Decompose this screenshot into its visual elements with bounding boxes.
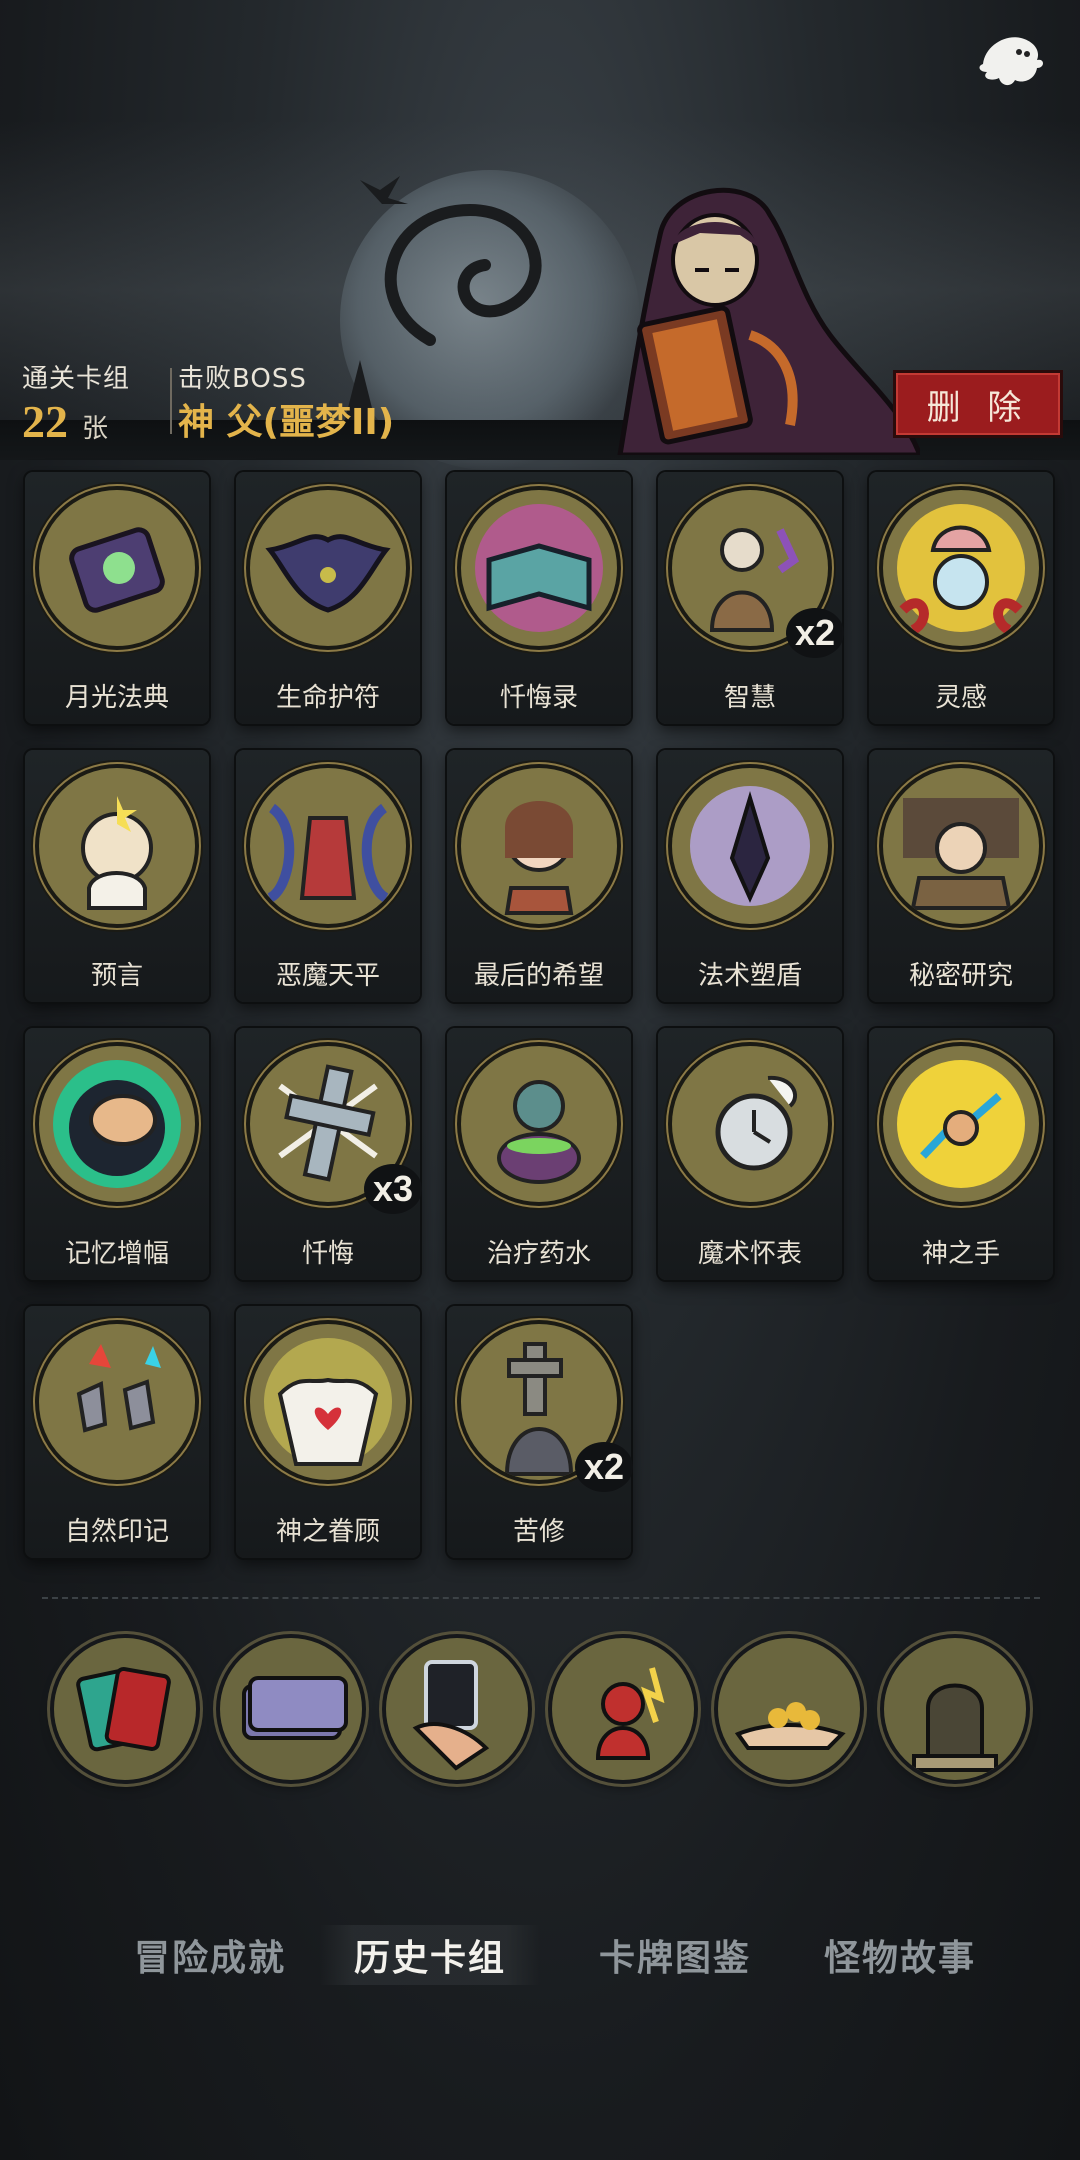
boss-name: 神 父(噩梦II) — [178, 402, 395, 443]
card-name: 神之眷顾 — [275, 1517, 380, 1547]
card-name: 秘密研究 — [908, 961, 1013, 991]
cleared-deck-count: 22 张 — [22, 395, 108, 448]
deck-card[interactable]: 魔术怀表 — [658, 1028, 842, 1280]
hooded-hero-illustration — [600, 175, 924, 458]
moonlight-codex-icon — [39, 490, 195, 646]
card-name: 神之手 — [921, 1239, 1000, 1269]
card-deck-icon[interactable] — [54, 1638, 196, 1780]
card-name: 忏悔录 — [499, 683, 578, 713]
card-name: 记忆增幅 — [64, 1239, 169, 1269]
element-stones-icon — [39, 1324, 195, 1480]
girl-icon — [461, 768, 617, 924]
gargoyle-icon[interactable] — [884, 1638, 1026, 1780]
brain-glow-icon — [39, 1046, 195, 1202]
card-name: 月光法典 — [64, 683, 169, 713]
deck-card[interactable]: 生命护符 — [236, 472, 420, 724]
deck-count-unit: 张 — [82, 414, 109, 444]
deck-card[interactable]: x2 苦修 — [447, 1306, 633, 1558]
card-count-badge: x2 — [786, 608, 844, 658]
deck-card[interactable]: 神之手 — [869, 1028, 1053, 1280]
card-name: 自然印记 — [64, 1517, 169, 1547]
tab-achievements[interactable]: 冒险成就 — [100, 1925, 320, 1985]
confession-book-icon — [461, 490, 617, 646]
deck-count-number: 22 — [22, 396, 68, 447]
lightning-hand-icon — [883, 1046, 1039, 1202]
brain-skull-icon — [883, 490, 1039, 646]
bat-amulet-icon — [250, 490, 406, 646]
delete-button[interactable]: 删 除 — [893, 370, 1063, 438]
card-name: 忏悔 — [301, 1239, 354, 1269]
section-divider — [42, 1597, 1040, 1599]
ghost-back-icon[interactable] — [975, 28, 1045, 90]
card-name: 智慧 — [723, 683, 776, 713]
deck-card[interactable]: 法术塑盾 — [658, 750, 842, 1002]
card-stack-icon[interactable] — [220, 1638, 362, 1780]
deck-card[interactable]: 灵感 — [869, 472, 1053, 724]
spell-shield-icon — [672, 768, 828, 924]
card-name: 法术塑盾 — [697, 961, 802, 991]
card-name: 苦修 — [512, 1517, 565, 1547]
deck-card[interactable]: 最后的希望 — [447, 750, 631, 1002]
demon-scale-icon — [250, 768, 406, 924]
header-divider — [170, 368, 172, 434]
deck-card[interactable]: 秘密研究 — [869, 750, 1053, 1002]
tab-history-decks[interactable]: 历史卡组 — [320, 1925, 540, 1985]
card-count-badge: x3 — [364, 1164, 422, 1214]
card-name: 生命护符 — [275, 683, 380, 713]
card-count-badge: x2 — [575, 1442, 633, 1492]
hand-cards-icon[interactable] — [386, 1638, 528, 1780]
card-name: 灵感 — [934, 683, 987, 713]
pocket-watch-icon — [672, 1046, 828, 1202]
deck-card[interactable]: 治疗药水 — [447, 1028, 631, 1280]
card-name: 最后的希望 — [473, 961, 604, 991]
deck-card[interactable]: 忏悔录 — [447, 472, 631, 724]
boss-label: 击败BOSS — [178, 364, 307, 394]
deck-card[interactable]: 恶魔天平 — [236, 750, 420, 1002]
deck-card[interactable]: 记忆增幅 — [25, 1028, 209, 1280]
card-name: 恶魔天平 — [275, 961, 380, 991]
deck-card[interactable]: 自然印记 — [25, 1306, 209, 1558]
deck-card[interactable]: x2 智慧 — [658, 472, 844, 724]
deck-card[interactable]: x3 忏悔 — [236, 1028, 422, 1280]
prophet-icon — [39, 768, 195, 924]
tab-monster-stories[interactable]: 怪物故事 — [790, 1925, 1010, 1985]
red-demon-icon[interactable] — [552, 1638, 694, 1780]
deck-card[interactable]: 预言 — [25, 750, 209, 1002]
card-name: 预言 — [90, 961, 143, 991]
gold-coins-hand-icon[interactable] — [718, 1638, 860, 1780]
potion-zombie-icon — [461, 1046, 617, 1202]
tab-card-codex[interactable]: 卡牌图鉴 — [565, 1925, 785, 1985]
cleared-deck-label: 通关卡组 — [22, 364, 131, 394]
scholar-icon — [883, 768, 1039, 924]
card-name: 治疗药水 — [486, 1239, 591, 1269]
card-name: 魔术怀表 — [697, 1239, 802, 1269]
deck-card[interactable]: 月光法典 — [25, 472, 209, 724]
angel-heart-icon — [250, 1324, 406, 1480]
deck-card[interactable]: 神之眷顾 — [236, 1306, 420, 1558]
